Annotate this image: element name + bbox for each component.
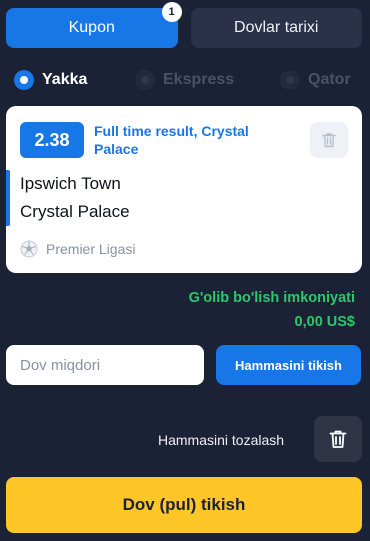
mode-single[interactable]: Yakka — [14, 70, 87, 90]
trash-icon — [329, 430, 347, 448]
radio-unselected-icon — [135, 70, 155, 90]
odds-badge: 2.38 — [20, 122, 84, 158]
market-label: Full time result, Crystal Palace — [94, 123, 249, 157]
mode-system[interactable]: Qator — [280, 70, 351, 90]
league-row: Premier Ligasi — [20, 240, 135, 258]
tab-bet-history-label: Dovlar tarixi — [234, 19, 319, 36]
team-away: Crystal Palace — [20, 202, 130, 221]
radio-selected-icon — [14, 70, 34, 90]
potential-win-label: G'olib bo'lish imkoniyati — [188, 290, 355, 306]
soccer-ball-icon — [20, 240, 38, 258]
place-bet-button[interactable]: Dov (pul) tikish — [6, 477, 362, 533]
clear-all-label[interactable]: Hammasini tozalash — [158, 432, 284, 448]
potential-win-value: 0,00 US$ — [294, 314, 355, 330]
trash-icon — [322, 133, 336, 148]
mode-system-label: Qator — [308, 71, 351, 88]
mode-express-label: Ekspress — [163, 71, 235, 88]
remove-bet-button[interactable] — [310, 122, 348, 158]
bet-slip-card: 2.38 Full time result, Crystal Palace Ip… — [6, 106, 362, 273]
bet-mode-selector: Yakka Ekspress Qator — [0, 66, 370, 96]
clear-all-button[interactable] — [314, 416, 362, 462]
league-name: Premier Ligasi — [46, 241, 136, 257]
radio-unselected-icon — [280, 70, 300, 90]
team-home: Ipswich Town — [20, 174, 121, 193]
all-in-button[interactable]: Hammasini tikish — [216, 345, 361, 385]
mode-express[interactable]: Ekspress — [135, 70, 234, 90]
tab-bet-history[interactable]: Dovlar tarixi — [190, 8, 362, 48]
mode-single-label: Yakka — [42, 71, 88, 88]
selection-accent-bar — [6, 170, 10, 226]
coupon-count-badge: 1 — [161, 2, 182, 22]
coupon-tabs: Kupon 1 Dovlar tarixi — [6, 2, 362, 48]
tab-kupon[interactable]: Kupon 1 — [6, 2, 182, 48]
tab-kupon-label: Kupon — [68, 19, 115, 36]
stake-input[interactable] — [6, 345, 204, 385]
